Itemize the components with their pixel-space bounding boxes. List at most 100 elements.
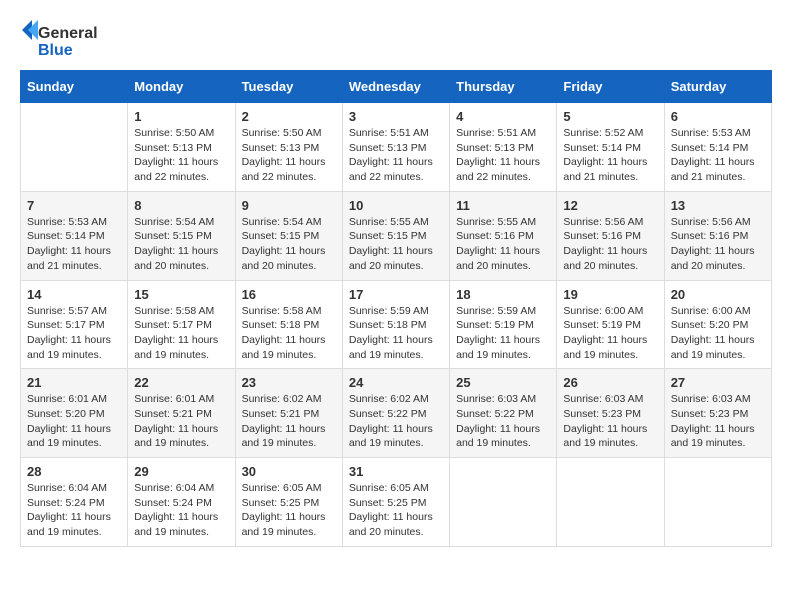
day-number: 9 bbox=[242, 198, 336, 213]
week-row-4: 21 Sunrise: 6:01 AM Sunset: 5:20 PM Dayli… bbox=[21, 369, 772, 458]
day-info: Sunrise: 6:01 AM Sunset: 5:20 PM Dayligh… bbox=[27, 392, 121, 451]
calendar-cell: 26Sunrise: 6:03 AM Sunset: 5:23 PM Dayli… bbox=[557, 369, 664, 458]
svg-text:Blue: Blue bbox=[38, 42, 73, 59]
day-number: 12 bbox=[563, 198, 657, 213]
calendar-cell: 21 Sunrise: 6:01 AM Sunset: 5:20 PM Dayli… bbox=[21, 369, 128, 458]
day-number: 15 bbox=[134, 287, 228, 302]
header-monday: Monday bbox=[128, 71, 235, 103]
calendar-cell: 10Sunrise: 5:55 AM Sunset: 5:15 PM Dayli… bbox=[342, 191, 449, 280]
day-number: 26 bbox=[563, 375, 657, 390]
calendar-table: SundayMondayTuesdayWednesdayThursdayFrid… bbox=[20, 70, 772, 547]
calendar-cell: 4Sunrise: 5:51 AM Sunset: 5:13 PM Daylig… bbox=[450, 103, 557, 192]
day-info: Sunrise: 5:53 AM Sunset: 5:14 PM Dayligh… bbox=[27, 215, 121, 274]
day-number: 31 bbox=[349, 464, 443, 479]
calendar-cell: 20 Sunrise: 6:00 AM Sunset: 5:20 PM Dayli… bbox=[664, 280, 771, 369]
day-number: 23 bbox=[242, 375, 336, 390]
calendar-cell bbox=[557, 458, 664, 547]
header-row: SundayMondayTuesdayWednesdayThursdayFrid… bbox=[21, 71, 772, 103]
calendar-cell bbox=[21, 103, 128, 192]
day-info: Sunrise: 5:56 AM Sunset: 5:16 PM Dayligh… bbox=[671, 215, 765, 274]
day-number: 11 bbox=[456, 198, 550, 213]
day-number: 19 bbox=[563, 287, 657, 302]
day-info: Sunrise: 5:55 AM Sunset: 5:15 PM Dayligh… bbox=[349, 215, 443, 274]
calendar-cell: 31 Sunrise: 6:05 AM Sunset: 5:25 PM Dayli… bbox=[342, 458, 449, 547]
calendar-cell: 2 Sunrise: 5:50 AM Sunset: 5:13 PM Daylig… bbox=[235, 103, 342, 192]
week-row-2: 7Sunrise: 5:53 AM Sunset: 5:14 PM Daylig… bbox=[21, 191, 772, 280]
day-number: 21 bbox=[27, 375, 121, 390]
day-info: Sunrise: 6:03 AM Sunset: 5:22 PM Dayligh… bbox=[456, 392, 550, 451]
day-info: Sunrise: 5:59 AM Sunset: 5:18 PM Dayligh… bbox=[349, 304, 443, 363]
day-number: 2 bbox=[242, 109, 336, 124]
day-info: Sunrise: 6:02 AM Sunset: 5:22 PM Dayligh… bbox=[349, 392, 443, 451]
week-row-5: 28 Sunrise: 6:04 AM Sunset: 5:24 PM Dayli… bbox=[21, 458, 772, 547]
day-info: Sunrise: 5:59 AM Sunset: 5:19 PM Dayligh… bbox=[456, 304, 550, 363]
day-number: 8 bbox=[134, 198, 228, 213]
calendar-cell: 24 Sunrise: 6:02 AM Sunset: 5:22 PM Dayli… bbox=[342, 369, 449, 458]
calendar-cell: 30 Sunrise: 6:05 AM Sunset: 5:25 PM Dayli… bbox=[235, 458, 342, 547]
day-number: 25 bbox=[456, 375, 550, 390]
calendar-cell: 17 Sunrise: 5:59 AM Sunset: 5:18 PM Dayli… bbox=[342, 280, 449, 369]
calendar-cell: 15 Sunrise: 5:58 AM Sunset: 5:17 PM Dayli… bbox=[128, 280, 235, 369]
header-tuesday: Tuesday bbox=[235, 71, 342, 103]
day-number: 6 bbox=[671, 109, 765, 124]
day-number: 28 bbox=[27, 464, 121, 479]
day-number: 20 bbox=[671, 287, 765, 302]
calendar-cell: 16Sunrise: 5:58 AM Sunset: 5:18 PM Dayli… bbox=[235, 280, 342, 369]
day-number: 17 bbox=[349, 287, 443, 302]
day-number: 14 bbox=[27, 287, 121, 302]
calendar-cell: 9 Sunrise: 5:54 AM Sunset: 5:15 PM Daylig… bbox=[235, 191, 342, 280]
calendar-cell: 28 Sunrise: 6:04 AM Sunset: 5:24 PM Dayli… bbox=[21, 458, 128, 547]
day-number: 1 bbox=[134, 109, 228, 124]
calendar-cell: 23 Sunrise: 6:02 AM Sunset: 5:21 PM Dayli… bbox=[235, 369, 342, 458]
calendar-cell: 5Sunrise: 5:52 AM Sunset: 5:14 PM Daylig… bbox=[557, 103, 664, 192]
header-friday: Friday bbox=[557, 71, 664, 103]
calendar-cell: 12 Sunrise: 5:56 AM Sunset: 5:16 PM Dayli… bbox=[557, 191, 664, 280]
calendar-cell: 11Sunrise: 5:55 AM Sunset: 5:16 PM Dayli… bbox=[450, 191, 557, 280]
calendar-cell bbox=[664, 458, 771, 547]
calendar-cell: 29 Sunrise: 6:04 AM Sunset: 5:24 PM Dayli… bbox=[128, 458, 235, 547]
calendar-cell: 25 Sunrise: 6:03 AM Sunset: 5:22 PM Dayli… bbox=[450, 369, 557, 458]
day-info: Sunrise: 6:04 AM Sunset: 5:24 PM Dayligh… bbox=[27, 481, 121, 540]
calendar-cell: 18Sunrise: 5:59 AM Sunset: 5:19 PM Dayli… bbox=[450, 280, 557, 369]
day-info: Sunrise: 6:03 AM Sunset: 5:23 PM Dayligh… bbox=[671, 392, 765, 451]
calendar-cell: 13 Sunrise: 5:56 AM Sunset: 5:16 PM Dayli… bbox=[664, 191, 771, 280]
day-number: 29 bbox=[134, 464, 228, 479]
calendar-cell: 27 Sunrise: 6:03 AM Sunset: 5:23 PM Dayli… bbox=[664, 369, 771, 458]
calendar-cell bbox=[450, 458, 557, 547]
day-number: 24 bbox=[349, 375, 443, 390]
day-info: Sunrise: 6:00 AM Sunset: 5:20 PM Dayligh… bbox=[671, 304, 765, 363]
logo-svg: GeneralBlue bbox=[20, 20, 100, 60]
header-wednesday: Wednesday bbox=[342, 71, 449, 103]
day-info: Sunrise: 6:01 AM Sunset: 5:21 PM Dayligh… bbox=[134, 392, 228, 451]
day-info: Sunrise: 6:05 AM Sunset: 5:25 PM Dayligh… bbox=[349, 481, 443, 540]
day-info: Sunrise: 6:04 AM Sunset: 5:24 PM Dayligh… bbox=[134, 481, 228, 540]
day-number: 27 bbox=[671, 375, 765, 390]
week-row-1: 1 Sunrise: 5:50 AM Sunset: 5:13 PM Daylig… bbox=[21, 103, 772, 192]
calendar-cell: 8 Sunrise: 5:54 AM Sunset: 5:15 PM Daylig… bbox=[128, 191, 235, 280]
calendar-cell: 22 Sunrise: 6:01 AM Sunset: 5:21 PM Dayli… bbox=[128, 369, 235, 458]
day-info: Sunrise: 6:02 AM Sunset: 5:21 PM Dayligh… bbox=[242, 392, 336, 451]
day-number: 4 bbox=[456, 109, 550, 124]
calendar-cell: 1 Sunrise: 5:50 AM Sunset: 5:13 PM Daylig… bbox=[128, 103, 235, 192]
day-info: Sunrise: 5:53 AM Sunset: 5:14 PM Dayligh… bbox=[671, 126, 765, 185]
svg-text:General: General bbox=[38, 25, 98, 42]
calendar-cell: 6 Sunrise: 5:53 AM Sunset: 5:14 PM Daylig… bbox=[664, 103, 771, 192]
day-info: Sunrise: 5:54 AM Sunset: 5:15 PM Dayligh… bbox=[242, 215, 336, 274]
day-info: Sunrise: 5:56 AM Sunset: 5:16 PM Dayligh… bbox=[563, 215, 657, 274]
day-info: Sunrise: 5:57 AM Sunset: 5:17 PM Dayligh… bbox=[27, 304, 121, 363]
calendar-cell: 7Sunrise: 5:53 AM Sunset: 5:14 PM Daylig… bbox=[21, 191, 128, 280]
day-number: 13 bbox=[671, 198, 765, 213]
day-info: Sunrise: 5:52 AM Sunset: 5:14 PM Dayligh… bbox=[563, 126, 657, 185]
day-info: Sunrise: 5:50 AM Sunset: 5:13 PM Dayligh… bbox=[134, 126, 228, 185]
calendar-cell: 14 Sunrise: 5:57 AM Sunset: 5:17 PM Dayli… bbox=[21, 280, 128, 369]
day-info: Sunrise: 5:54 AM Sunset: 5:15 PM Dayligh… bbox=[134, 215, 228, 274]
day-number: 30 bbox=[242, 464, 336, 479]
day-info: Sunrise: 6:05 AM Sunset: 5:25 PM Dayligh… bbox=[242, 481, 336, 540]
header-saturday: Saturday bbox=[664, 71, 771, 103]
header-sunday: Sunday bbox=[21, 71, 128, 103]
day-number: 16 bbox=[242, 287, 336, 302]
day-number: 22 bbox=[134, 375, 228, 390]
day-info: Sunrise: 5:50 AM Sunset: 5:13 PM Dayligh… bbox=[242, 126, 336, 185]
day-info: Sunrise: 5:58 AM Sunset: 5:17 PM Dayligh… bbox=[134, 304, 228, 363]
week-row-3: 14 Sunrise: 5:57 AM Sunset: 5:17 PM Dayli… bbox=[21, 280, 772, 369]
